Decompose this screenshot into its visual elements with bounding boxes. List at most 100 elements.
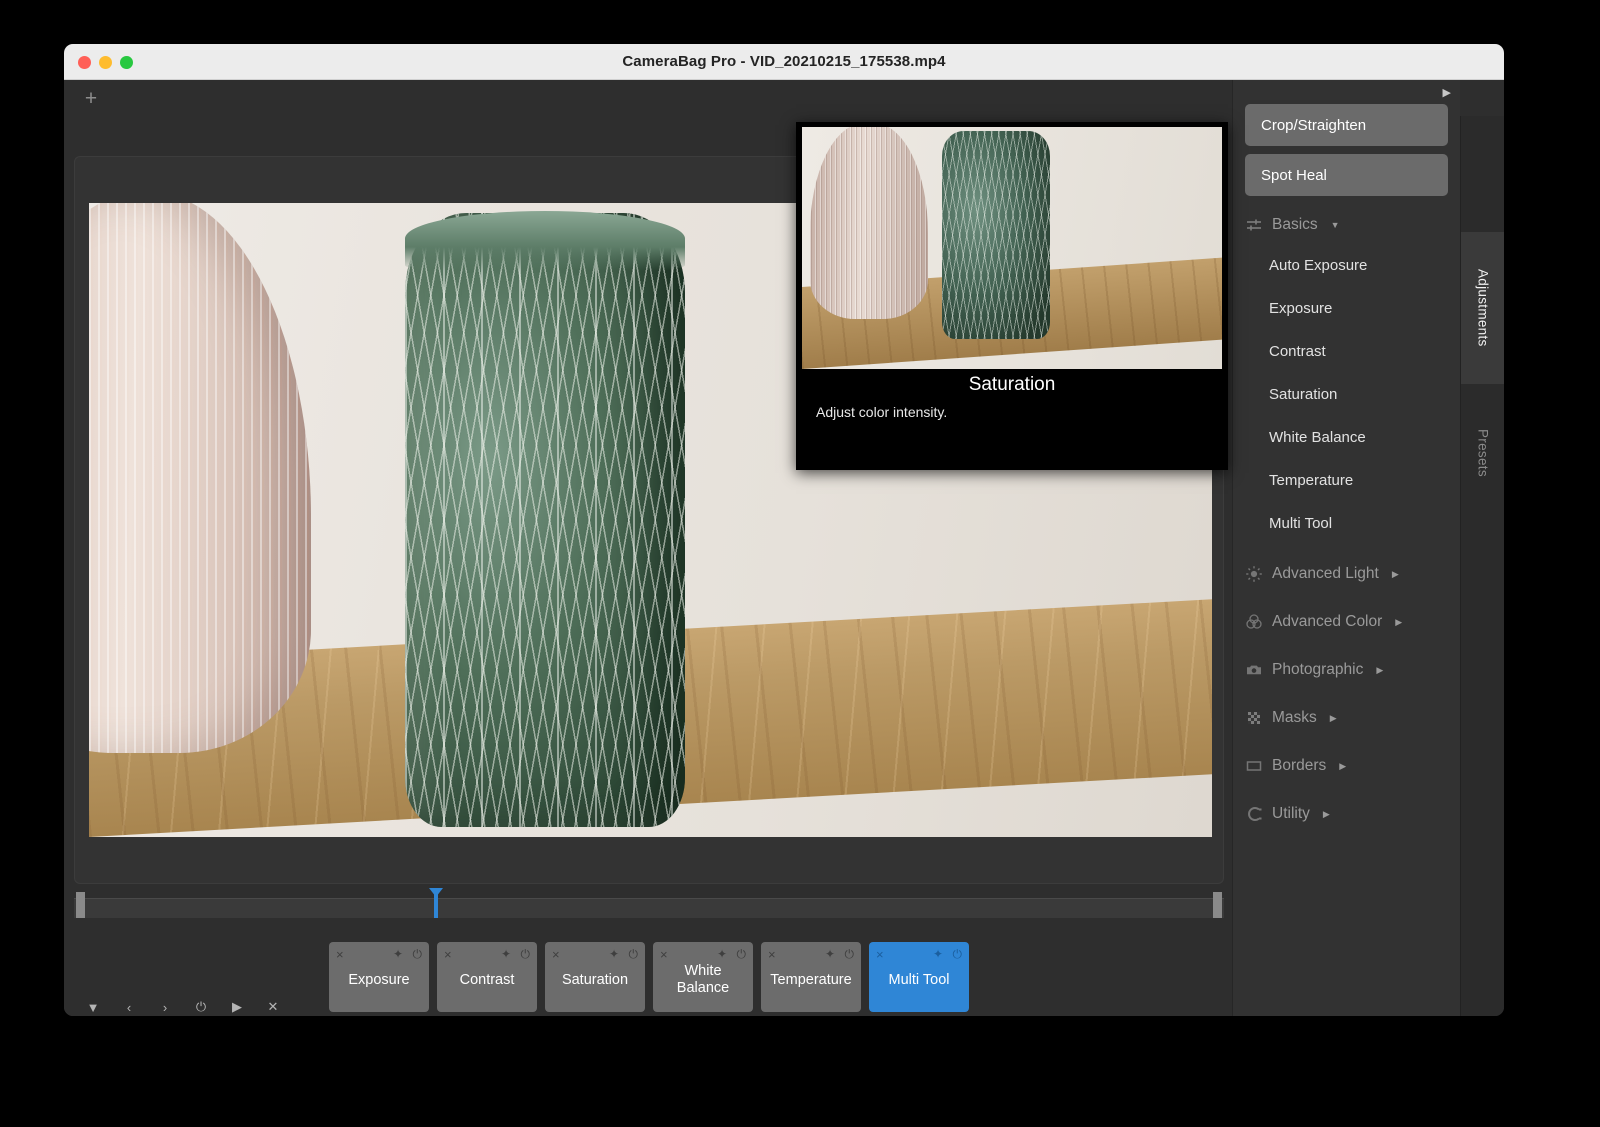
sidebar-item-label: Auto Exposure (1269, 257, 1368, 274)
section-label: Utility (1272, 805, 1310, 822)
editor-area: + × ✦ ⏻ Exposure × ✦ ⏻ Contrast × ✦ ⏻ Sa… (64, 80, 1232, 1016)
sidebar-item-saturation[interactable]: Saturation (1233, 373, 1460, 416)
photo-green-vase (405, 211, 685, 827)
remove-icon[interactable]: × (444, 946, 452, 963)
chevron-right-icon[interactable]: ▶ (1376, 665, 1383, 676)
pin-icon[interactable]: ✦ (717, 946, 727, 963)
crop-straighten-button[interactable]: Crop/Straighten (1245, 104, 1448, 146)
section-header-advanced-light[interactable]: Advanced Light ▶ (1233, 555, 1460, 593)
section-header-utility[interactable]: Utility ▶ (1233, 795, 1460, 833)
section-header-masks[interactable]: Masks ▶ (1233, 699, 1460, 737)
filter-tile-label: White Balance (676, 963, 730, 996)
section-label: Photographic (1272, 661, 1364, 678)
close-icon[interactable]: ✕ (266, 999, 280, 1015)
sidebar-item-multi-tool[interactable]: Multi Tool (1233, 502, 1460, 545)
chevron-right-icon[interactable]: ▶ (1323, 809, 1330, 820)
filter-tile-label: Exposure (348, 971, 410, 988)
window-body: + × ✦ ⏻ Exposure × ✦ ⏻ Contrast × ✦ ⏻ Sa… (64, 80, 1504, 1016)
power-icon[interactable]: ⏻ (521, 946, 531, 963)
chevron-right-icon[interactable]: ▶ (1339, 761, 1346, 772)
section-label: Masks (1272, 709, 1317, 726)
pin-icon[interactable]: ✦ (933, 946, 943, 963)
chevron-right-icon[interactable]: ▶ (1395, 617, 1402, 628)
filter-tile-label: Temperature (770, 971, 852, 988)
pin-icon[interactable]: ✦ (393, 946, 403, 963)
section-label: Advanced Light (1272, 565, 1379, 582)
tooltip-title: Saturation (968, 374, 1056, 395)
color-circles-icon (1245, 613, 1263, 631)
sidebar-item-label: Temperature (1269, 472, 1354, 489)
power-icon[interactable]: ⏻ (194, 999, 208, 1015)
tab-presets[interactable]: Presets (1461, 398, 1504, 508)
sidebar-item-exposure[interactable]: Exposure (1233, 287, 1460, 330)
filter-tile-label: Contrast (459, 971, 515, 988)
section-label: Advanced Color (1272, 613, 1383, 630)
pin-icon[interactable]: ✦ (501, 946, 511, 963)
play-icon[interactable]: ▶ (230, 999, 244, 1015)
add-tab-button[interactable]: + (80, 88, 102, 110)
tooltip-preview-image (802, 127, 1222, 369)
sidebar-item-white-balance[interactable]: White Balance (1233, 416, 1460, 459)
transport-bar: ▼ ‹ › ⏻ ▶ ✕ (74, 998, 1224, 1016)
pin-icon[interactable]: ✦ (825, 946, 835, 963)
sidebar-item-auto-exposure[interactable]: Auto Exposure (1233, 244, 1460, 287)
section-header-borders[interactable]: Borders ▶ (1233, 747, 1460, 785)
sun-icon (1245, 565, 1263, 583)
sidebar-item-label: White Balance (1269, 429, 1366, 446)
pin-icon[interactable]: ✦ (609, 946, 619, 963)
spot-heal-button[interactable]: Spot Heal (1245, 154, 1448, 196)
power-icon[interactable]: ⏻ (413, 946, 423, 963)
power-icon[interactable]: ⏻ (953, 946, 963, 963)
section-label: Borders (1272, 757, 1327, 774)
next-icon[interactable]: › (158, 1000, 172, 1015)
power-icon[interactable]: ⏻ (737, 946, 747, 963)
section-label: Basics (1272, 216, 1318, 233)
collapse-panel-icon[interactable]: ▶ (1443, 86, 1451, 99)
dropdown-triangle-icon[interactable]: ▼ (86, 1000, 100, 1015)
previous-icon[interactable]: ‹ (122, 1000, 136, 1015)
sidebar-item-temperature[interactable]: Temperature (1233, 459, 1460, 502)
filter-tile-label: Multi Tool (888, 971, 950, 988)
remove-icon[interactable]: × (660, 946, 668, 963)
side-tab-rail: Adjustments Presets (1460, 116, 1504, 1016)
tooltip-description: Adjust color intensity. (816, 404, 948, 420)
chevron-down-icon[interactable]: ▼ (1331, 220, 1340, 230)
preview-pink-vase (810, 127, 928, 319)
sidebar-item-label: Contrast (1269, 343, 1326, 360)
filter-strip: × ✦ ⏻ Exposure × ✦ ⏻ Contrast × ✦ ⏻ Satu… (74, 918, 1224, 1012)
remove-icon[interactable]: × (336, 946, 344, 963)
sidebar-item-label: Saturation (1269, 386, 1338, 403)
preview-green-vase (942, 131, 1050, 339)
spot-heal-label: Spot Heal (1261, 166, 1327, 184)
chevron-right-icon[interactable]: ▶ (1330, 713, 1337, 724)
sidebar-item-contrast[interactable]: Contrast (1233, 330, 1460, 373)
sidebar-item-label: Exposure (1269, 300, 1333, 317)
adjustments-panel-topbar: ▶ (1233, 80, 1460, 102)
minimize-button[interactable] (99, 55, 112, 69)
close-button[interactable] (78, 55, 91, 69)
titlebar: CameraBag Pro - VID_20210215_175538.mp4 (64, 44, 1504, 80)
magnet-icon (1245, 805, 1263, 823)
section-header-basics[interactable]: Basics ▼ (1233, 206, 1460, 244)
power-icon[interactable]: ⏻ (845, 946, 855, 963)
traffic-light-group (78, 44, 133, 80)
camera-icon (1245, 661, 1263, 679)
section-header-advanced-color[interactable]: Advanced Color ▶ (1233, 603, 1460, 641)
tab-adjustments-label: Adjustments (1475, 269, 1491, 347)
app-window: CameraBag Pro - VID_20210215_175538.mp4 … (64, 44, 1504, 1016)
sliders-icon (1245, 216, 1263, 234)
section-header-photographic[interactable]: Photographic ▶ (1233, 651, 1460, 689)
tab-presets-label: Presets (1475, 429, 1491, 477)
remove-icon[interactable]: × (552, 946, 560, 963)
chevron-right-icon[interactable]: ▶ (1392, 569, 1399, 580)
remove-icon[interactable]: × (768, 946, 776, 963)
sidebar-item-label: Multi Tool (1269, 515, 1333, 532)
power-icon[interactable]: ⏻ (629, 946, 639, 963)
editor-topbar: + (64, 80, 1232, 120)
screen: CameraBag Pro - VID_20210215_175538.mp4 … (0, 0, 1600, 1127)
zoom-button[interactable] (120, 55, 133, 69)
tab-adjustments[interactable]: Adjustments (1461, 232, 1504, 384)
tooltip-popup: Saturation Adjust color intensity. (796, 122, 1228, 470)
remove-icon[interactable]: × (876, 946, 884, 963)
checkerboard-icon (1245, 709, 1263, 727)
